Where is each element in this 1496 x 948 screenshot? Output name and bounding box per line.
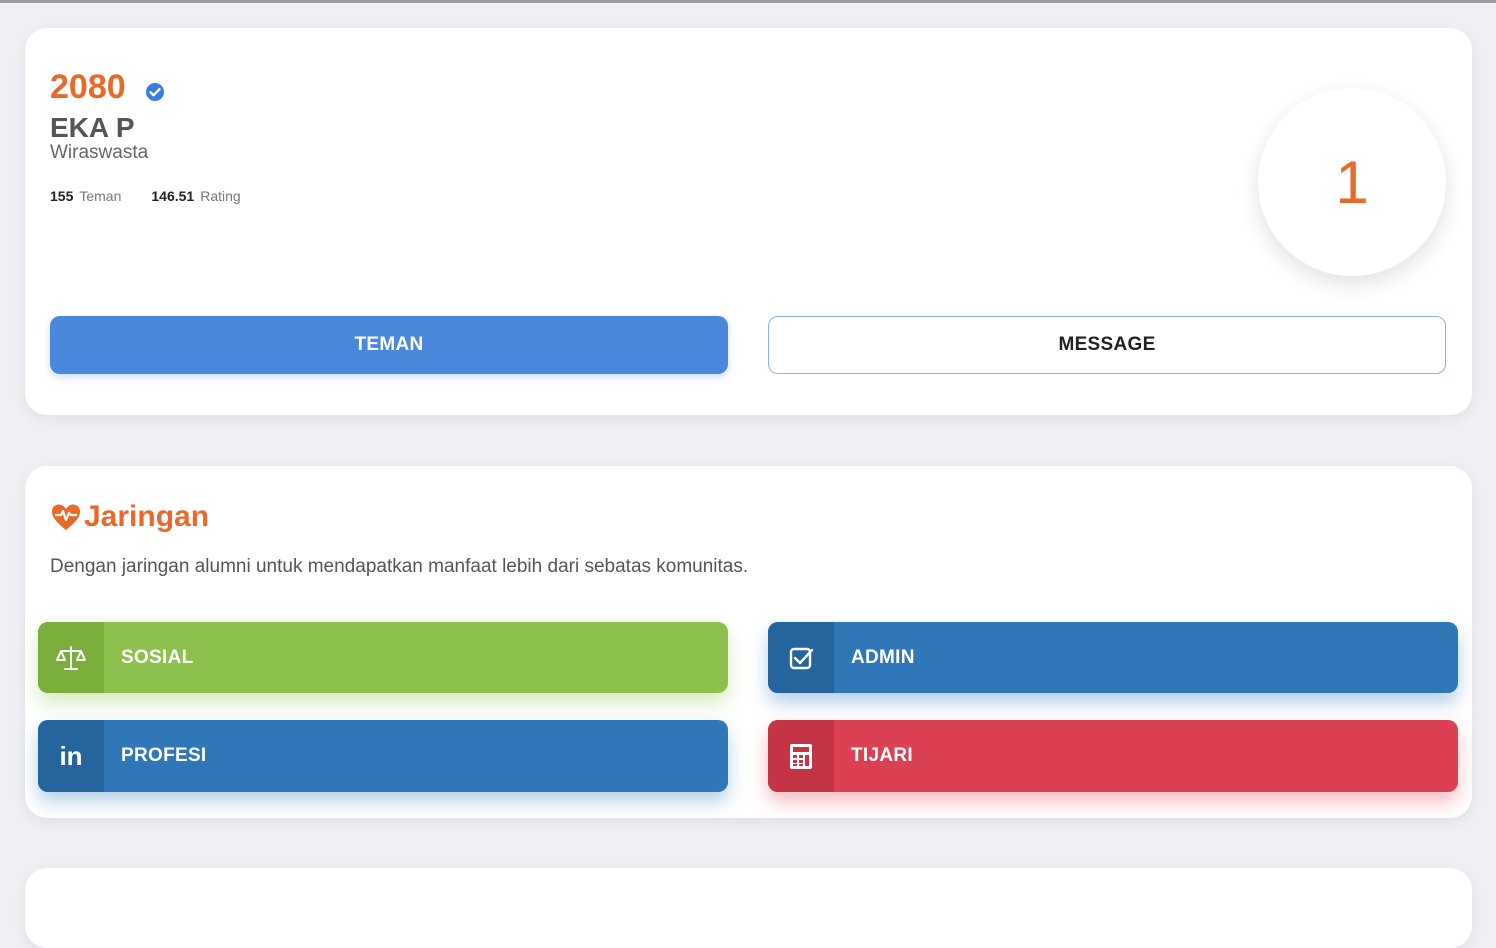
profile-occupation: Wiraswasta	[50, 142, 149, 163]
score-circle: 1	[1258, 88, 1446, 276]
friends-stat[interactable]: 155 Teman	[50, 188, 121, 204]
friends-label: Teman	[79, 188, 122, 204]
admin-label: ADMIN	[851, 646, 915, 668]
top-divider	[0, 0, 1496, 3]
tijari-icon-box	[768, 720, 834, 792]
profile-name: EKA P	[50, 112, 135, 143]
message-button[interactable]: MESSAGE	[768, 316, 1446, 374]
checkbox-icon	[789, 647, 814, 669]
profesi-label: PROFESI	[121, 745, 207, 766]
network-title: Jaringan	[50, 500, 209, 534]
tijari-button[interactable]: TIJARI	[768, 720, 1458, 792]
tijari-label: TIJARI	[851, 745, 913, 766]
profile-card: 2080 EKA P Wiraswasta 155 Teman 146.51 Rat…	[25, 28, 1472, 415]
next-card	[25, 868, 1472, 948]
network-card: Jaringan Dengan jaringan alumni untuk me…	[25, 466, 1472, 818]
rating-label: Rating	[200, 188, 241, 204]
sosial-label: SOSIAL	[121, 646, 194, 668]
rating-value: 146.51	[151, 188, 195, 204]
member-number: 2080	[50, 68, 126, 106]
friends-count: 155	[50, 188, 74, 204]
network-description: Dengan jaringan alumni untuk mendapatkan…	[50, 556, 749, 577]
admin-icon-box	[768, 622, 834, 693]
linkedin-icon: in	[38, 720, 104, 792]
rating-stat: 146.51 Rating	[151, 188, 240, 204]
heart-pulse-icon	[52, 504, 80, 530]
teman-button[interactable]: TEMAN	[50, 316, 728, 374]
verified-badge-icon	[146, 83, 164, 101]
sosial-icon-box	[38, 622, 104, 693]
sosial-button[interactable]: SOSIAL	[38, 622, 728, 693]
profesi-button[interactable]: in PROFESI	[38, 720, 728, 792]
network-title-text: Jaringan	[84, 500, 210, 533]
calculator-icon	[790, 744, 812, 769]
scale-balance-icon	[56, 645, 86, 670]
admin-button[interactable]: ADMIN	[768, 622, 1458, 693]
profile-stats: 155 Teman 146.51 Rating	[50, 188, 241, 204]
